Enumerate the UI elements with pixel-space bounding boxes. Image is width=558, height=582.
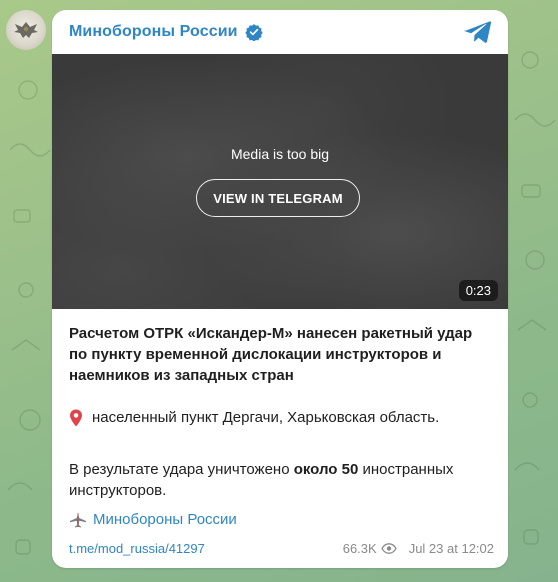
post-date: Jul 23 at 12:02 xyxy=(408,540,494,556)
view-count: 66.3K xyxy=(342,540,377,556)
post-footer: t.me/mod_russia/41297 66.3K Jul 23 at 12… xyxy=(69,538,494,558)
post-header: Минобороны России xyxy=(69,10,494,54)
post-meta: 66.3K Jul 23 at 12:02 xyxy=(343,541,494,556)
eye-icon xyxy=(380,542,397,554)
post-signature: Минобороны России xyxy=(69,511,237,528)
video-placeholder[interactable]: Media is too big VIEW IN TELEGRAM 0:23 xyxy=(52,54,508,309)
channel-avatar[interactable] xyxy=(6,10,46,50)
post-permalink[interactable]: t.me/mod_russia/41297 xyxy=(69,541,205,556)
post-card: Минобороны России Media is too big VIEW … xyxy=(52,10,508,568)
post-location: населенный пункт Дергачи, Харьковская об… xyxy=(69,407,494,428)
view-in-telegram-button[interactable]: VIEW IN TELEGRAM xyxy=(196,179,360,217)
post-result-text: В результате удара уничтожено около 50 и… xyxy=(69,459,494,501)
channel-name[interactable]: Минобороны России xyxy=(69,23,238,41)
media-too-big-message: Media is too big xyxy=(230,146,330,162)
result-prefix: В результате удара уничтожено xyxy=(69,461,294,478)
verified-badge-icon xyxy=(244,24,263,41)
post-title: Расчетом ОТРК «Искандер-М» нанесен ракет… xyxy=(69,325,473,384)
telegram-plane-icon[interactable] xyxy=(464,20,492,44)
aircraft-icon xyxy=(70,512,86,527)
video-duration-badge: 0:23 xyxy=(458,280,498,301)
double-headed-eagle-icon xyxy=(14,22,38,38)
result-highlight: около 50 xyxy=(293,461,359,478)
signature-channel-link[interactable]: Минобороны России xyxy=(93,511,237,528)
pin-icon xyxy=(70,409,82,426)
location-text: населенный пункт Дергачи, Харьковская об… xyxy=(92,409,440,426)
